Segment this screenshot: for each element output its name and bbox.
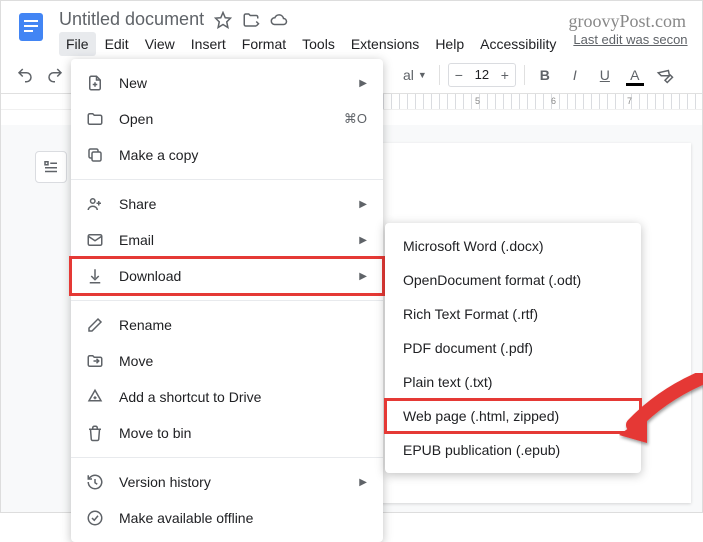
text-color-button[interactable]: A <box>623 63 647 87</box>
star-icon[interactable] <box>214 11 232 29</box>
download-icon <box>85 266 105 286</box>
download-rtf[interactable]: Rich Text Format (.rtf) <box>385 297 641 331</box>
label: Add a shortcut to Drive <box>119 389 367 405</box>
styles-label: al <box>403 67 414 83</box>
shortcut: ⌘O <box>344 111 367 127</box>
file-new-icon <box>85 73 105 93</box>
label: Plain text (.txt) <box>403 374 623 390</box>
file-move[interactable]: Move <box>71 343 383 379</box>
copy-icon <box>85 145 105 165</box>
file-share[interactable]: Share ▶ <box>71 186 383 222</box>
file-new[interactable]: New ▶ <box>71 65 383 101</box>
label: EPUB publication (.epub) <box>403 442 623 458</box>
undo-button[interactable] <box>13 63 37 87</box>
menu-extensions[interactable]: Extensions <box>344 32 426 56</box>
label: New <box>119 75 345 91</box>
menubar: File Edit View Insert Format Tools Exten… <box>59 32 690 56</box>
download-submenu: Microsoft Word (.docx) OpenDocument form… <box>385 223 641 473</box>
docs-logo[interactable] <box>13 9 49 45</box>
submenu-arrow-icon: ▶ <box>359 78 367 89</box>
history-icon <box>85 472 105 492</box>
offline-icon <box>85 508 105 528</box>
label: OpenDocument format (.odt) <box>403 272 623 288</box>
chevron-down-icon: ▼ <box>418 70 427 80</box>
cloud-status-icon[interactable] <box>270 11 288 29</box>
redo-button[interactable] <box>43 63 67 87</box>
download-odt[interactable]: OpenDocument format (.odt) <box>385 263 641 297</box>
download-pdf[interactable]: PDF document (.pdf) <box>385 331 641 365</box>
download-docx[interactable]: Microsoft Word (.docx) <box>385 229 641 263</box>
label: Move to bin <box>119 425 367 441</box>
label: Rich Text Format (.rtf) <box>403 306 623 322</box>
pencil-icon <box>85 315 105 335</box>
folder-open-icon <box>85 109 105 129</box>
underline-button[interactable]: U <box>593 63 617 87</box>
file-download[interactable]: Download ▶ <box>71 258 383 294</box>
label: Microsoft Word (.docx) <box>403 238 623 254</box>
label: Email <box>119 232 345 248</box>
submenu-arrow-icon: ▶ <box>359 477 367 488</box>
file-add-shortcut[interactable]: Add a shortcut to Drive <box>71 379 383 415</box>
font-size-stepper: − + <box>448 63 516 87</box>
menu-help[interactable]: Help <box>428 32 471 56</box>
outline-toggle[interactable] <box>35 151 67 183</box>
file-offline[interactable]: Make available offline <box>71 500 383 536</box>
submenu-arrow-icon: ▶ <box>359 271 367 282</box>
document-title[interactable]: Untitled document <box>59 9 204 30</box>
label: Share <box>119 196 345 212</box>
file-rename[interactable]: Rename <box>71 307 383 343</box>
label: Web page (.html, zipped) <box>403 408 623 424</box>
last-edit-link[interactable]: Last edit was secon <box>565 32 687 56</box>
share-icon <box>85 194 105 214</box>
menu-edit[interactable]: Edit <box>98 32 136 56</box>
submenu-arrow-icon: ▶ <box>359 199 367 210</box>
file-menu: New ▶ Open ⌘O Make a copy Share ▶ Email … <box>71 59 383 542</box>
file-make-copy[interactable]: Make a copy <box>71 137 383 173</box>
bold-button[interactable]: B <box>533 63 557 87</box>
drive-shortcut-icon <box>85 387 105 407</box>
label: Version history <box>119 474 345 490</box>
label: Download <box>119 268 345 284</box>
file-version-history[interactable]: Version history ▶ <box>71 464 383 500</box>
file-open[interactable]: Open ⌘O <box>71 101 383 137</box>
menu-file[interactable]: File <box>59 32 96 56</box>
download-html[interactable]: Web page (.html, zipped) <box>385 399 641 433</box>
download-epub[interactable]: EPUB publication (.epub) <box>385 433 641 467</box>
email-icon <box>85 230 105 250</box>
italic-button[interactable]: I <box>563 63 587 87</box>
file-trash[interactable]: Move to bin <box>71 415 383 451</box>
move-folder-icon[interactable] <box>242 11 260 29</box>
label: Open <box>119 111 330 127</box>
menu-view[interactable]: View <box>138 32 182 56</box>
font-size-minus[interactable]: − <box>449 64 469 86</box>
submenu-arrow-icon: ▶ <box>359 235 367 246</box>
highlight-button[interactable] <box>653 63 677 87</box>
move-icon <box>85 351 105 371</box>
label: Make a copy <box>119 147 367 163</box>
font-size-input[interactable] <box>469 67 495 82</box>
menu-accessibility[interactable]: Accessibility <box>473 32 563 56</box>
menu-tools[interactable]: Tools <box>295 32 342 56</box>
label: Move <box>119 353 367 369</box>
watermark: groovyPost.com <box>568 11 686 32</box>
trash-icon <box>85 423 105 443</box>
menu-format[interactable]: Format <box>235 32 293 56</box>
download-txt[interactable]: Plain text (.txt) <box>385 365 641 399</box>
label: Make available offline <box>119 510 367 526</box>
label: PDF document (.pdf) <box>403 340 623 356</box>
font-size-plus[interactable]: + <box>495 64 515 86</box>
file-email[interactable]: Email ▶ <box>71 222 383 258</box>
menu-insert[interactable]: Insert <box>184 32 233 56</box>
styles-dropdown[interactable]: al ▼ <box>399 65 431 85</box>
label: Rename <box>119 317 367 333</box>
